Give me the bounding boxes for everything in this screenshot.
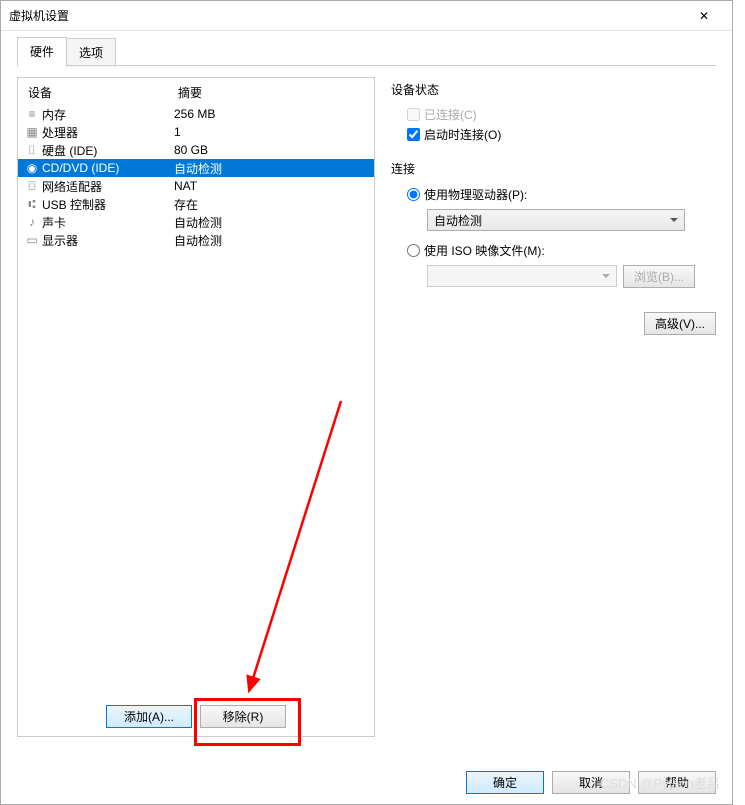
dialog-footer: 确定 取消 帮助 [466,771,716,794]
physical-drive-radio-row[interactable]: 使用物理驱动器(P): [407,183,716,205]
tab-options[interactable]: 选项 [66,38,116,67]
device-summary: 自动检测 [174,232,368,249]
tab-strip: 硬件 选项 [1,31,732,66]
device-summary: 存在 [174,196,368,213]
iso-radio-row[interactable]: 使用 ISO 映像文件(M): [407,239,716,261]
device-name: 显示器 [40,232,174,249]
connected-checkbox-row: 已连接(C) [407,104,716,124]
physical-drive-label: 使用物理驱动器(P): [424,186,527,203]
device-row[interactable]: ≡内存256 MB [18,105,374,123]
device-name: 网络适配器 [40,178,174,195]
device-name: 硬盘 (IDE) [40,142,174,159]
device-icon: ▭ [24,233,40,247]
device-icon: ⌼ [24,179,40,194]
device-summary: NAT [174,179,368,193]
advanced-row: 高级(V)... [391,312,716,335]
connect-on-start-checkbox[interactable] [407,128,420,141]
add-button[interactable]: 添加(A)... [106,705,192,728]
device-icon: ≡ [24,107,40,121]
close-button[interactable]: ✕ [684,2,724,30]
connection-group: 使用物理驱动器(P): 自动检测 使用 ISO 映像文件(M): 浏览(B)..… [391,183,716,288]
device-icon: ♪ [24,215,40,229]
column-summary: 摘要 [178,84,202,101]
vm-settings-dialog: 虚拟机设置 ✕ 硬件 选项 设备 摘要 ≡内存256 MB▦处理器1⌷硬盘 (I… [0,0,733,805]
device-row[interactable]: ⌼网络适配器NAT [18,177,374,195]
device-icon: ◉ [24,161,40,175]
tab-hardware[interactable]: 硬件 [17,37,67,66]
device-name: USB 控制器 [40,196,174,213]
device-name: 内存 [40,106,174,123]
device-list-header: 设备 摘要 [18,78,374,105]
cancel-button[interactable]: 取消 [552,771,630,794]
device-icon: ⑆ [24,197,40,211]
device-row[interactable]: ♪声卡自动检测 [18,213,374,231]
device-detail-panel: 设备状态 已连接(C) 启动时连接(O) 连接 使用物理驱动器(P): [391,77,716,737]
device-name: 处理器 [40,124,174,141]
status-group: 已连接(C) 启动时连接(O) [391,104,716,144]
device-summary: 1 [174,125,368,139]
tab-underline [17,65,716,66]
device-row[interactable]: ▭显示器自动检测 [18,231,374,249]
connected-label: 已连接(C) [424,106,477,123]
device-name: CD/DVD (IDE) [40,161,174,175]
browse-button: 浏览(B)... [623,265,695,288]
advanced-button[interactable]: 高级(V)... [644,312,716,335]
iso-path-input [427,265,617,287]
device-row[interactable]: ⑆USB 控制器存在 [18,195,374,213]
window-title: 虚拟机设置 [9,7,684,24]
device-rows: ≡内存256 MB▦处理器1⌷硬盘 (IDE)80 GB◉CD/DVD (IDE… [18,105,374,736]
device-row[interactable]: ◉CD/DVD (IDE)自动检测 [18,159,374,177]
ok-button[interactable]: 确定 [466,771,544,794]
device-icon: ⌷ [24,143,40,158]
close-icon: ✕ [699,9,709,23]
device-icon: ▦ [24,125,40,139]
iso-radio[interactable] [407,244,420,257]
help-button[interactable]: 帮助 [638,771,716,794]
connected-checkbox [407,108,420,121]
iso-input-row: 浏览(B)... [427,265,716,288]
connect-on-start-row[interactable]: 启动时连接(O) [407,124,716,144]
connect-on-start-label: 启动时连接(O) [424,126,501,143]
device-row[interactable]: ▦处理器1 [18,123,374,141]
device-summary: 自动检测 [174,214,368,231]
remove-button[interactable]: 移除(R) [200,705,286,728]
device-summary: 256 MB [174,107,368,121]
device-list-panel: 设备 摘要 ≡内存256 MB▦处理器1⌷硬盘 (IDE)80 GB◉CD/DV… [17,77,375,737]
iso-label: 使用 ISO 映像文件(M): [424,242,545,259]
device-summary: 80 GB [174,143,368,157]
content-area: 设备 摘要 ≡内存256 MB▦处理器1⌷硬盘 (IDE)80 GB◉CD/DV… [1,67,732,737]
physical-drive-dropdown[interactable]: 自动检测 [427,209,685,231]
titlebar: 虚拟机设置 ✕ [1,1,732,31]
device-name: 声卡 [40,214,174,231]
physical-drive-radio[interactable] [407,188,420,201]
column-device: 设备 [28,84,178,101]
connection-group-title: 连接 [391,160,716,177]
device-summary: 自动检测 [174,160,368,177]
device-row[interactable]: ⌷硬盘 (IDE)80 GB [18,141,374,159]
status-group-title: 设备状态 [391,81,716,98]
device-buttons: 添加(A)... 移除(R) [18,705,374,728]
